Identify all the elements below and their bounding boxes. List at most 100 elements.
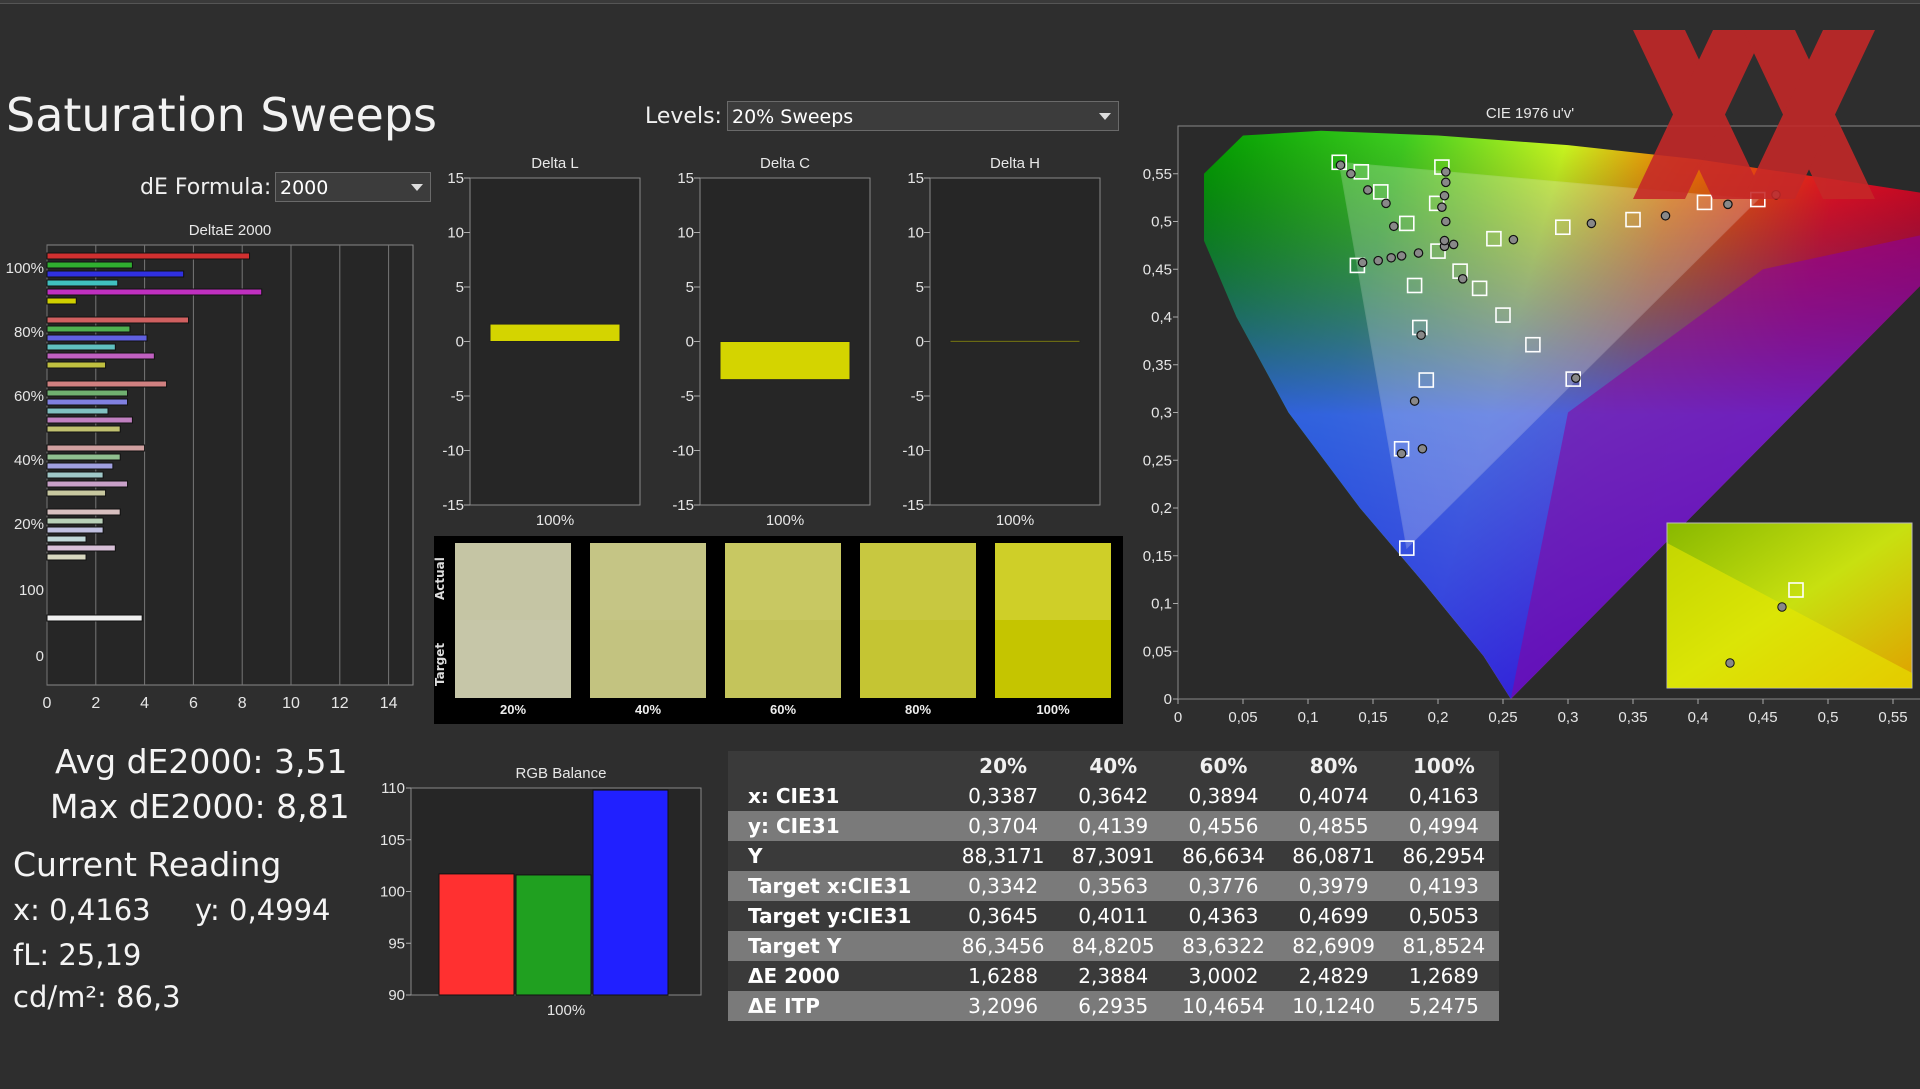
bar	[46, 316, 190, 324]
delta-c-chart: Delta C 15 10 5 0 -5 -10 -15 100%	[672, 155, 871, 529]
y-tick-label: 100	[380, 884, 405, 901]
row-label: ΔE ITP	[728, 991, 948, 1021]
y-tick-label: -10	[902, 443, 924, 460]
swatch-actual	[455, 543, 571, 620]
hardwareluxx-logo	[1633, 30, 1875, 199]
row-label: ΔE 2000	[728, 961, 948, 991]
y-tick-label: 20%	[14, 516, 44, 533]
rgb-bar	[438, 873, 515, 996]
measured-point	[1457, 274, 1468, 284]
bar	[46, 325, 131, 333]
swatch-label: 100%	[1036, 702, 1070, 717]
chart-title: Delta C	[760, 155, 810, 172]
swatch-2	[725, 543, 841, 698]
row-label: Target y:CIE31	[728, 901, 948, 931]
y-tick-label: 15	[677, 170, 694, 187]
table-cell: 0,3387	[948, 781, 1059, 811]
x-tick-label: 6	[189, 695, 198, 712]
x-tick-label: 12	[331, 695, 349, 712]
bar	[46, 389, 129, 397]
swatch-actual	[995, 543, 1111, 620]
table-cell: 0,4855	[1278, 811, 1389, 841]
swatch-actual	[860, 543, 976, 620]
measured-point	[1346, 168, 1356, 179]
delta-l-chart: Delta L 15 10 5 0 -5 -10 -15 100%	[442, 155, 641, 529]
formula-select[interactable]: 2000	[275, 172, 431, 202]
top-bar	[0, 0, 1920, 4]
swatch-target	[725, 620, 841, 698]
measured-point	[1409, 396, 1420, 406]
x-tick-label: 100%	[766, 512, 804, 529]
measured-point	[1363, 185, 1373, 195]
x-tick-label: 0,5	[1818, 709, 1839, 726]
table-row: ΔE 2000 1,6288 2,3884 3,0002 2,4829 1,2689	[728, 961, 1499, 991]
table-cell: 0,4163	[1388, 781, 1499, 811]
table-cell: 10,4654	[1168, 991, 1279, 1021]
y-tick-label: 0,25	[1143, 452, 1172, 469]
table-cell: 81,8524	[1388, 931, 1499, 961]
deltae-2000-chart: DeltaE 2000 0 2 4 6 8 10 12 14 100% 80% 60% 40% 20% 10…	[6, 222, 414, 712]
delta-bar	[949, 339, 1081, 343]
bar	[46, 425, 121, 433]
row-label: Target x:CIE31	[728, 871, 948, 901]
table-column-header: 100%	[1388, 751, 1499, 781]
y-tick-label: 0,45	[1143, 261, 1172, 278]
y-tick-label: -5	[911, 388, 924, 405]
table-column-header: 20%	[948, 751, 1059, 781]
measured-point	[1660, 210, 1671, 221]
swatch-label: 80%	[904, 702, 932, 717]
measured-point	[1335, 160, 1346, 170]
table-cell: 5,2475	[1388, 991, 1499, 1021]
table-row: Target x:CIE31 0,3342 0,3563 0,3776 0,3979 0,…	[728, 871, 1499, 901]
table-cell: 86,3456	[948, 931, 1059, 961]
swatch-target	[860, 620, 976, 698]
bar	[46, 553, 87, 561]
measured-point	[1586, 218, 1597, 229]
bar	[46, 453, 121, 461]
x-tick-label: 100%	[536, 512, 574, 529]
measured-point	[1417, 443, 1428, 454]
bar	[46, 398, 129, 406]
inset-measured-point	[1725, 658, 1735, 668]
levels-select[interactable]: 20% Sweeps	[727, 101, 1119, 131]
measured-point	[1440, 167, 1451, 177]
row-label: Target Y	[728, 931, 948, 961]
x-tick-label: 0,45	[1748, 709, 1777, 726]
table-cell: 0,3704	[948, 811, 1059, 841]
swatch-target	[455, 620, 571, 698]
formula-label: dE Formula:	[140, 175, 272, 200]
measured-point	[1508, 234, 1519, 245]
actual-label-wrap: Actual	[433, 554, 455, 600]
bar	[46, 614, 143, 622]
avg-de: Avg dE2000: 3,51	[55, 742, 348, 781]
bar	[46, 508, 121, 516]
y-tick-label: 10	[447, 225, 464, 242]
bar	[46, 361, 107, 369]
table-cell: 0,3563	[1058, 871, 1169, 901]
table-corner	[728, 751, 948, 781]
y-tick-label: 5	[456, 279, 464, 296]
measured-point	[1386, 252, 1396, 263]
y-tick-label: 5	[916, 279, 924, 296]
y-tick-label: -10	[442, 443, 464, 460]
table-cell: 0,3776	[1168, 871, 1279, 901]
y-tick-label: -15	[902, 497, 924, 514]
x-tick-label: 0,15	[1358, 709, 1387, 726]
swatch-actual	[590, 543, 706, 620]
bar	[46, 334, 148, 342]
x-tick-label: 2	[91, 695, 100, 712]
y-tick-label: 0	[686, 334, 694, 351]
measured-point	[1440, 216, 1451, 227]
table-row: x: CIE31 0,3387 0,3642 0,3894 0,4074 0,4163	[728, 781, 1499, 811]
swatch-label: 60%	[769, 702, 797, 717]
x-tick-label: 0,1	[1298, 709, 1319, 726]
measured-point	[1373, 255, 1383, 266]
x-tick-label: 10	[282, 695, 300, 712]
chart-title: Delta H	[990, 155, 1040, 172]
table-cell: 0,3894	[1168, 781, 1279, 811]
table-cell: 2,3884	[1058, 961, 1169, 991]
y-tick-label: 110	[381, 780, 405, 797]
table-column-header: 80%	[1278, 751, 1389, 781]
table-cell: 2,4829	[1278, 961, 1389, 991]
table-cell: 10,1240	[1278, 991, 1389, 1021]
